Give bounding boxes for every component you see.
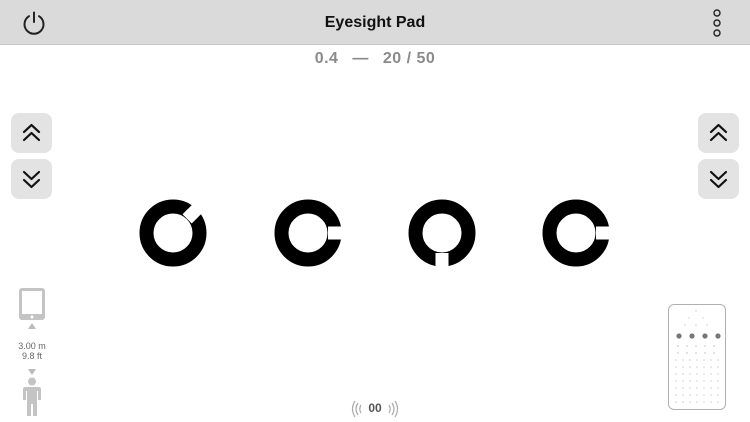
- landolt-ring-2[interactable]: [274, 199, 342, 267]
- sound-button[interactable]: 00: [348, 397, 402, 421]
- person-icon: [23, 377, 41, 416]
- acuity-separator: —: [352, 50, 369, 67]
- acuity-readout: 0.4 — 20 / 50: [0, 50, 750, 72]
- app-title: Eyesight Pad: [324, 14, 426, 31]
- landolt-ring-3[interactable]: [408, 199, 476, 267]
- left-size-down-button[interactable]: [11, 159, 52, 199]
- acuity-snellen: 20 / 50: [382, 50, 436, 67]
- vertical-dots-icon: [713, 9, 721, 37]
- arrow-down-icon: [28, 369, 36, 375]
- arrow-up-icon: [28, 323, 36, 329]
- double-chevron-up-icon: [22, 123, 41, 142]
- left-size-up-button[interactable]: [11, 113, 52, 153]
- sound-label: 00: [368, 401, 382, 415]
- double-chevron-up-icon: [709, 123, 728, 142]
- chart-preview-button[interactable]: [668, 304, 726, 410]
- distance-indicator[interactable]: 3.00 m 9.8 ft: [10, 287, 54, 419]
- tablet-icon: [19, 288, 45, 320]
- top-bar: Eyesight Pad: [0, 0, 750, 45]
- right-size-down-button[interactable]: [698, 159, 739, 199]
- landolt-ring-1[interactable]: [139, 199, 207, 267]
- right-size-up-button[interactable]: [698, 113, 739, 153]
- double-chevron-down-icon: [22, 170, 41, 189]
- chart-preview-thumbnail: [675, 310, 721, 403]
- more-menu-button[interactable]: [708, 8, 726, 38]
- acuity-decimal: 0.4: [314, 50, 339, 67]
- distance-meters: 3.00 m: [18, 341, 46, 351]
- distance-feet: 9.8 ft: [21, 351, 42, 361]
- landolt-ring-4[interactable]: [542, 199, 610, 267]
- double-chevron-down-icon: [709, 170, 728, 189]
